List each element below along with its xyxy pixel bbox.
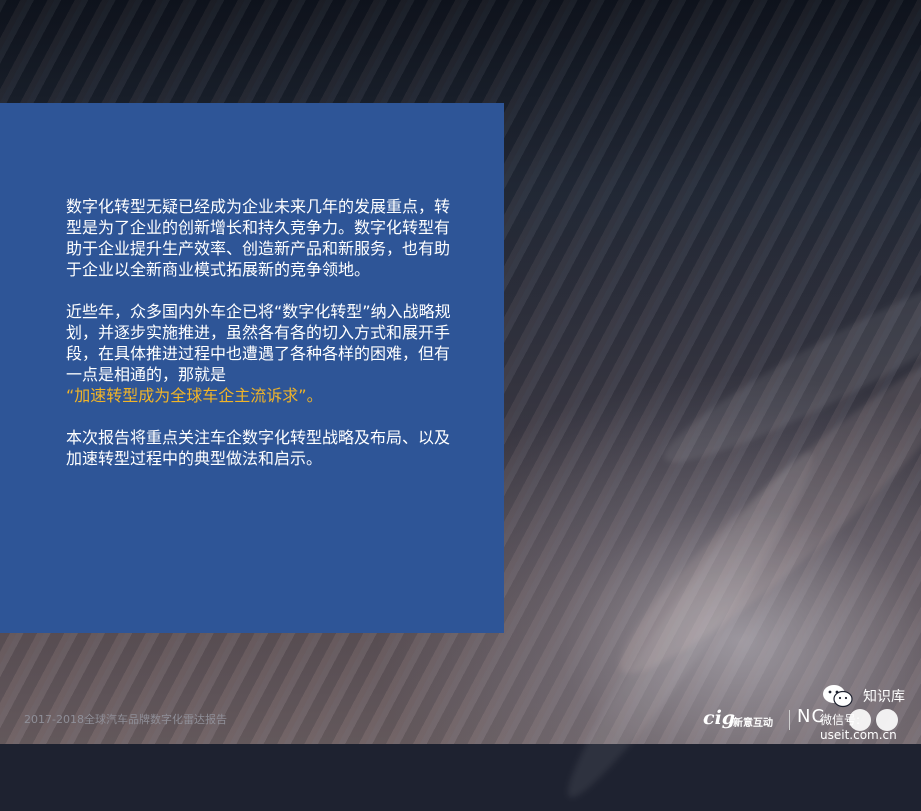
wechat-icon <box>823 685 853 708</box>
cig-logo-name: 新意互动 <box>733 718 773 729</box>
nc-logo-subtext <box>797 727 799 732</box>
paragraph-2: 近些年，众多国内外车企已将“数字化转型”纳入战略规划，并逐步实施推进，虽然各有各… <box>66 301 456 406</box>
watermark-account: 知识库 <box>863 689 905 705</box>
cig-logo: cig <box>703 707 736 729</box>
report-footer-title: 2017-2018全球汽车品牌数字化雷达报告 <box>24 713 227 726</box>
paragraph-2-text: 近些年，众多国内外车企已将“数字化转型”纳入战略规划，并逐步实施推进，虽然各有各… <box>66 302 451 384</box>
body-text: 数字化转型无疑已经成为企业未来几年的发展重点，转型是为了企业的创新增长和持久竞争… <box>66 196 456 490</box>
highlight-quote: “加速转型成为全球车企主流诉求”。 <box>66 386 323 405</box>
paragraph-3: 本次报告将重点关注车企数字化转型战略及布局、以及加速转型过程中的典型做法和启示。 <box>66 428 451 468</box>
paragraph-1: 数字化转型无疑已经成为企业未来几年的发展重点，转型是为了企业的创新增长和持久竞争… <box>66 197 451 279</box>
watermark-site: 微信号: useit.com.cn <box>820 713 897 742</box>
logo-divider <box>789 710 790 730</box>
